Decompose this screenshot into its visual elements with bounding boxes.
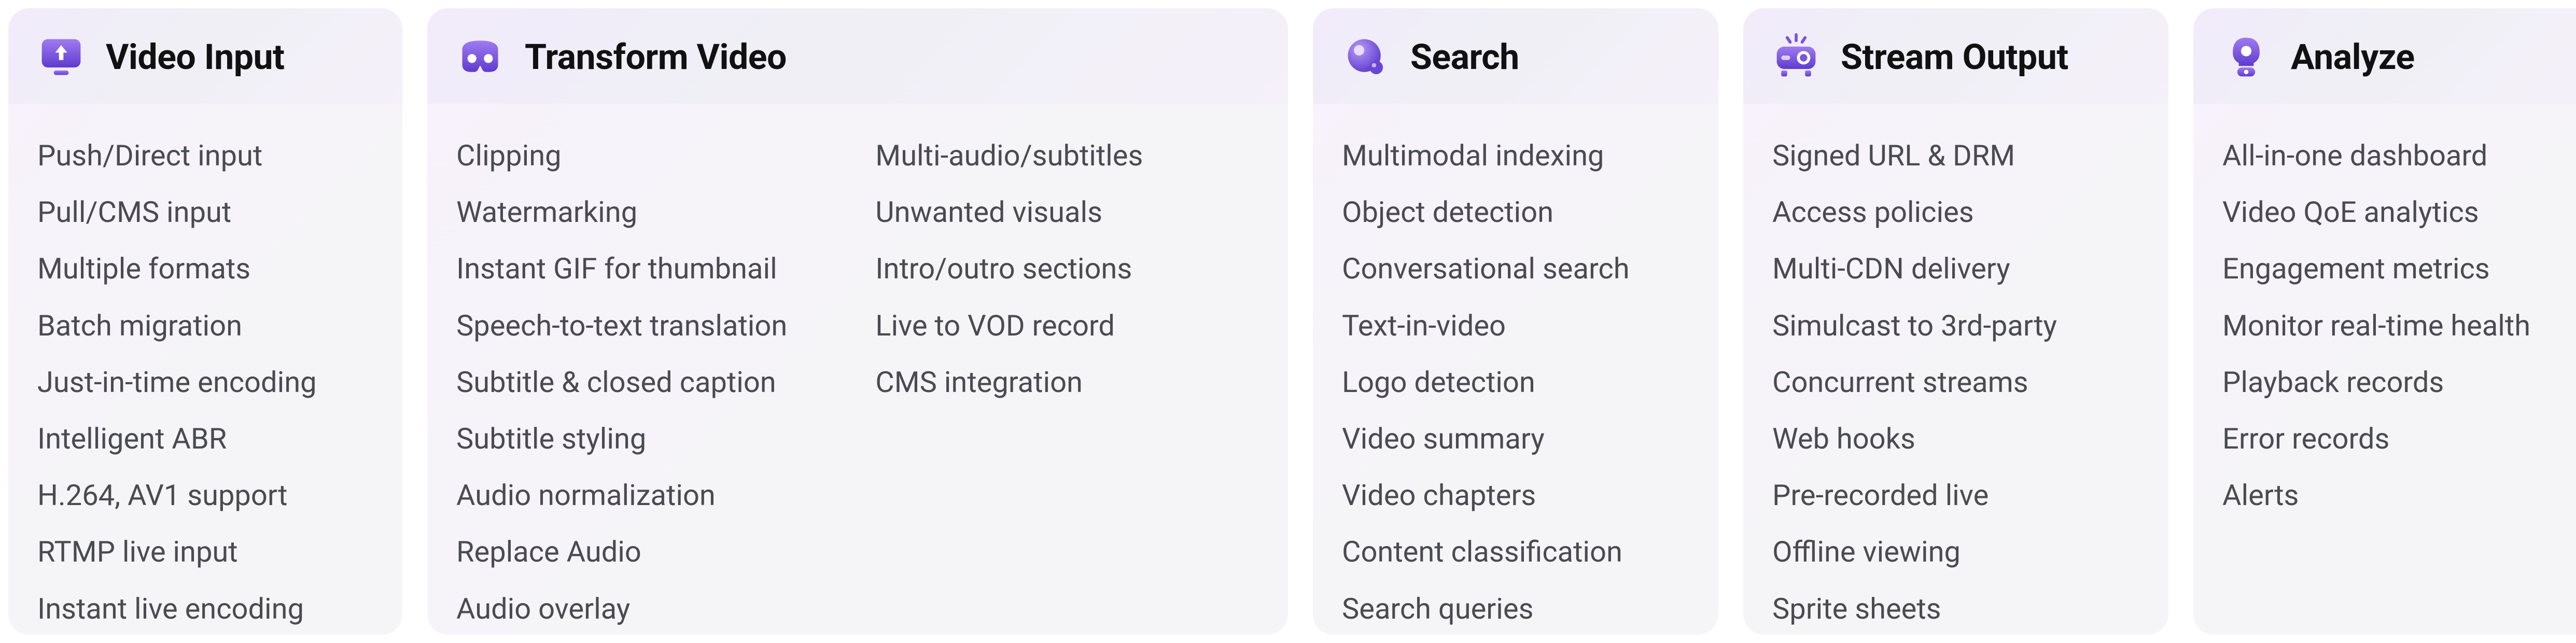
list-item: Instant live encoding [37,581,373,635]
card-title: Video Input [106,36,285,78]
list-item: H.264, AV1 support [37,467,373,524]
list-item: RTMP live input [37,524,373,580]
list-item: Live to VOD record [875,298,1143,354]
list-item: Access policies [1772,184,2139,241]
card-header: Analyze [2193,8,2576,104]
card-header: Video Input [8,8,402,104]
list-item: Audio normalization [456,467,787,524]
list-item: Playback records [2222,354,2570,411]
list-item: Conversational search [1342,241,1689,297]
feature-list: Signed URL & DRM Access policies Multi-C… [1772,128,2139,635]
search-orb-icon [1342,33,1390,81]
feature-list: Push/Direct input Pull/CMS input Multipl… [37,128,373,635]
card-video-input: Video Input Push/Direct input Pull/CMS i… [8,8,402,635]
list-item: Logo detection [1342,354,1689,411]
feature-list: Multimodal indexing Object detection Con… [1342,128,1689,635]
list-item: Watermarking [456,184,787,241]
list-item: Alerts [2222,467,2570,524]
card-header: Search [1313,8,1718,104]
upload-monitor-icon [37,33,85,81]
list-item: Web hooks [1772,411,2139,467]
feature-list-left: Clipping Watermarking Instant GIF for th… [456,128,787,635]
card-analyze: Analyze All-in-one dashboard Video QoE a… [2193,8,2576,635]
list-item: CMS integration [875,354,1143,411]
card-header: Stream Output [1743,8,2168,104]
card-header: Transform Video [427,8,1288,104]
list-item: Signed URL & DRM [1772,128,2139,184]
list-item: Simulcast to 3rd-party [1772,298,2139,354]
card-body: Multimodal indexing Object detection Con… [1313,104,1718,635]
list-item: Intelligent ABR [37,411,373,467]
list-item: Intro/outro sections [875,241,1143,297]
list-item: Multi-CDN delivery [1772,241,2139,297]
vr-headset-icon [456,33,504,81]
list-item: All-in-one dashboard [2222,128,2570,184]
list-item: Just-in-time encoding [37,354,373,411]
list-item: Content classification [1342,524,1689,580]
list-item: Replace Audio [456,524,787,580]
list-item: Text-in-video [1342,298,1689,354]
list-item: Multiple formats [37,241,373,297]
analyze-agent-icon [2222,33,2270,81]
card-title: Stream Output [1841,36,2068,78]
card-title: Search [1410,36,1519,78]
list-item: Unwanted visuals [875,184,1143,241]
list-item: Subtitle & closed caption [456,354,787,411]
card-body: Push/Direct input Pull/CMS input Multipl… [8,104,402,635]
list-item: Subtitle styling [456,411,787,467]
list-item: Multimodal indexing [1342,128,1689,184]
list-item: Video QoE analytics [2222,184,2570,241]
card-title: Analyze [2291,36,2415,78]
list-item: Object detection [1342,184,1689,241]
list-item: Search queries [1342,581,1689,635]
list-item: Error records [2222,411,2570,467]
list-item: Offline viewing [1772,524,2139,580]
list-item: Batch migration [37,298,373,354]
list-item: Audio overlay [456,581,787,635]
card-transform-video: Transform Video Clipping Watermarking In… [427,8,1288,635]
list-item: Pull/CMS input [37,184,373,241]
list-item: Push/Direct input [37,128,373,184]
list-item: Video chapters [1342,467,1689,524]
card-body: Clipping Watermarking Instant GIF for th… [427,104,1288,635]
list-item: Clipping [456,128,787,184]
card-search: Search Multimodal indexing Object detect… [1313,8,1718,635]
card-title: Transform Video [525,36,787,78]
list-item: Concurrent streams [1772,354,2139,411]
list-item: Engagement metrics [2222,241,2570,297]
card-body: Signed URL & DRM Access policies Multi-C… [1743,104,2168,635]
feature-list: All-in-one dashboard Video QoE analytics… [2222,128,2570,524]
list-item: Instant GIF for thumbnail [456,241,787,297]
list-item: Sprite sheets [1772,581,2139,635]
list-item: Video summary [1342,411,1689,467]
feature-list-right: Multi-audio/subtitles Unwanted visuals I… [875,128,1143,635]
card-stream-output: Stream Output Signed URL & DRM Access po… [1743,8,2168,635]
list-item: Multi-audio/subtitles [875,128,1143,184]
list-item: Speech-to-text translation [456,298,787,354]
list-item: Pre-recorded live [1772,467,2139,524]
projector-icon [1772,33,1820,81]
card-body: All-in-one dashboard Video QoE analytics… [2193,104,2576,635]
list-item: Monitor real-time health [2222,298,2570,354]
